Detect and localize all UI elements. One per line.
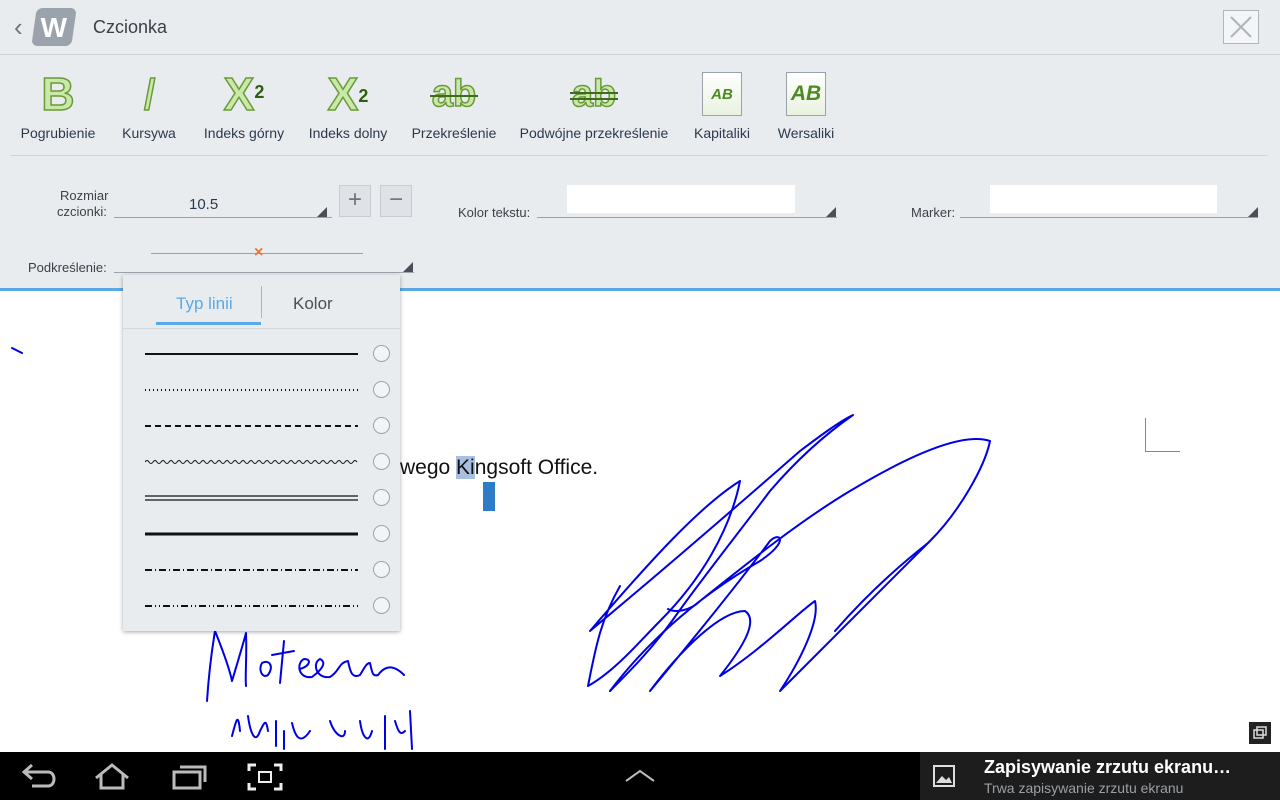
- panel-title: Czcionka: [93, 17, 168, 37]
- recent-apps-icon[interactable]: [170, 762, 208, 790]
- dropdown-tab-bar: Typ linii Kolor: [123, 275, 400, 329]
- back-chevron-icon[interactable]: ‹: [14, 12, 23, 43]
- underline-field-underline: [114, 272, 414, 273]
- radio-button[interactable]: [373, 345, 390, 362]
- small-caps-icon: AB: [702, 72, 742, 116]
- italic-button[interactable]: I Kursywa: [116, 69, 182, 141]
- marker-label: Marker:: [911, 205, 956, 220]
- underline-label: Podkreślenie:: [28, 260, 107, 275]
- bold-icon: B: [41, 68, 76, 120]
- small-caps-button[interactable]: AB Kapitaliki: [688, 69, 756, 141]
- toolbar-divider: [10, 155, 1268, 156]
- screenshot-icon[interactable]: [246, 762, 284, 792]
- subscript-icon: X2: [327, 68, 369, 120]
- font-size-value[interactable]: 10.5: [189, 196, 218, 213]
- text-color-label: Kolor tekstu:: [458, 205, 531, 220]
- strikethrough-button[interactable]: ab Przekreślenie: [406, 69, 502, 141]
- title-bar: [0, 0, 1280, 55]
- superscript-button[interactable]: X2 Indeks górny: [200, 69, 288, 141]
- text-color-swatch[interactable]: [567, 185, 795, 213]
- radio-button[interactable]: [373, 381, 390, 398]
- home-icon[interactable]: [92, 762, 132, 790]
- subscript-button[interactable]: X2 Indeks dolny: [304, 69, 392, 141]
- line-type-option-dash-dot[interactable]: [123, 552, 400, 588]
- back-icon[interactable]: [20, 762, 58, 790]
- double-strikethrough-label: Podwójne przekreślenie: [519, 125, 669, 141]
- radio-button[interactable]: [373, 453, 390, 470]
- radio-button[interactable]: [373, 561, 390, 578]
- radio-button[interactable]: [373, 525, 390, 542]
- bold-button[interactable]: B Pogrubienie: [16, 69, 100, 141]
- small-caps-label: Kapitaliki: [693, 125, 751, 141]
- font-size-label-line2: czcionki:: [57, 204, 107, 219]
- tab-color[interactable]: Kolor: [293, 294, 333, 314]
- font-size-dropdown-arrow-icon[interactable]: [317, 207, 327, 217]
- line-type-option-dotted[interactable]: [123, 372, 400, 408]
- notification-title: Zapisywanie zrzutu ekranu…: [984, 757, 1232, 777]
- all-caps-button[interactable]: AB Wersaliki: [772, 69, 840, 141]
- line-type-option-double[interactable]: [123, 480, 400, 516]
- italic-label: Kursywa: [122, 125, 176, 141]
- tab-line-type[interactable]: Typ linii: [176, 294, 233, 314]
- text-color-underline: [537, 217, 837, 218]
- bold-label: Pogrubienie: [20, 125, 96, 141]
- strikethrough-icon: ab: [429, 72, 479, 115]
- tab-separator: [261, 286, 262, 318]
- radio-button[interactable]: [373, 417, 390, 434]
- underline-type-dropdown: Typ linii Kolor: [123, 275, 400, 631]
- logo-letter: W: [40, 12, 68, 43]
- underline-dropdown-arrow-icon[interactable]: [403, 262, 413, 272]
- all-caps-label: Wersaliki: [777, 125, 835, 141]
- subscript-label: Indeks dolny: [308, 125, 388, 141]
- text-color-dropdown-arrow-icon[interactable]: [826, 207, 836, 217]
- active-tab-indicator: [156, 322, 261, 325]
- line-type-option-dashed[interactable]: [123, 408, 400, 444]
- notification-subtitle: Trwa zapisywanie zrzutu ekranu: [984, 780, 1184, 796]
- font-size-label-line1: Rozmiar: [60, 188, 109, 203]
- radio-button[interactable]: [373, 597, 390, 614]
- window-restore-icon[interactable]: [1249, 722, 1271, 744]
- marker-underline: [960, 217, 1258, 218]
- line-type-option-wavy[interactable]: [123, 444, 400, 480]
- italic-icon: I: [142, 68, 156, 120]
- line-type-option-thick[interactable]: [123, 516, 400, 552]
- marker-dropdown-arrow-icon[interactable]: [1248, 207, 1258, 217]
- font-size-underline: [114, 217, 332, 218]
- marker-color-swatch[interactable]: [990, 185, 1217, 213]
- underline-current-marker: ×: [254, 244, 264, 261]
- line-type-option-dash-dot-dot[interactable]: [123, 588, 400, 624]
- line-type-option-solid[interactable]: [123, 336, 400, 372]
- image-icon: [933, 765, 955, 787]
- all-caps-icon: AB: [786, 72, 826, 116]
- close-icon: [1230, 16, 1252, 38]
- double-strikethrough-button[interactable]: ab Podwójne przekreślenie: [516, 69, 672, 141]
- radio-button[interactable]: [373, 489, 390, 506]
- increase-font-size-button[interactable]: +: [339, 185, 371, 217]
- strikethrough-label: Przekreślenie: [411, 125, 497, 141]
- double-strikethrough-icon: ab: [569, 72, 619, 115]
- chevron-up-icon[interactable]: [624, 768, 656, 784]
- superscript-icon: X2: [223, 68, 265, 120]
- superscript-label: Indeks górny: [203, 125, 285, 141]
- decrease-font-size-button[interactable]: −: [380, 185, 412, 217]
- app-logo-icon[interactable]: W: [31, 8, 77, 46]
- close-button[interactable]: [1223, 10, 1259, 44]
